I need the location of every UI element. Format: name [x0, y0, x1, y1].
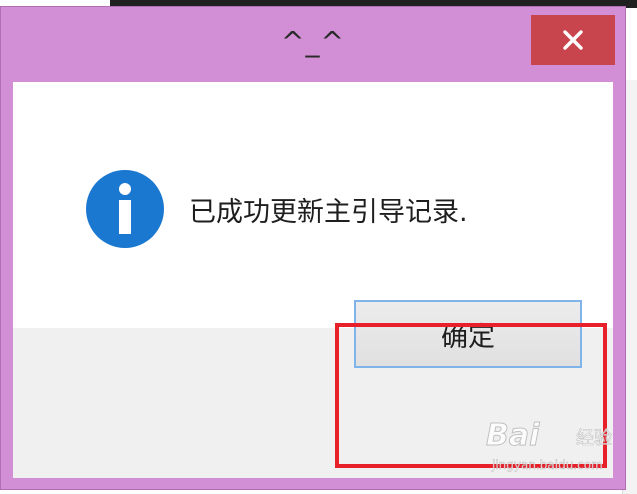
screenshot: ^_^ 已成功更新主引导记录. 确定 Bai 经验 jingyan.baidu.… [0, 0, 637, 494]
info-icon [86, 170, 164, 248]
watermark-brand: Bai [485, 418, 540, 454]
close-button[interactable] [531, 15, 615, 65]
close-icon [563, 30, 583, 50]
dialog-titlebar[interactable]: ^_^ [1, 7, 625, 81]
watermark-logo: Bai 经验 jingyan.baidu.com [485, 418, 626, 482]
watermark-subtitle: 经验 [576, 428, 613, 450]
watermark-url: jingyan.baidu.com [492, 458, 603, 472]
message-area: 已成功更新主引导记录. [13, 82, 613, 328]
dialog-message: 已成功更新主引导记录. [189, 197, 468, 228]
